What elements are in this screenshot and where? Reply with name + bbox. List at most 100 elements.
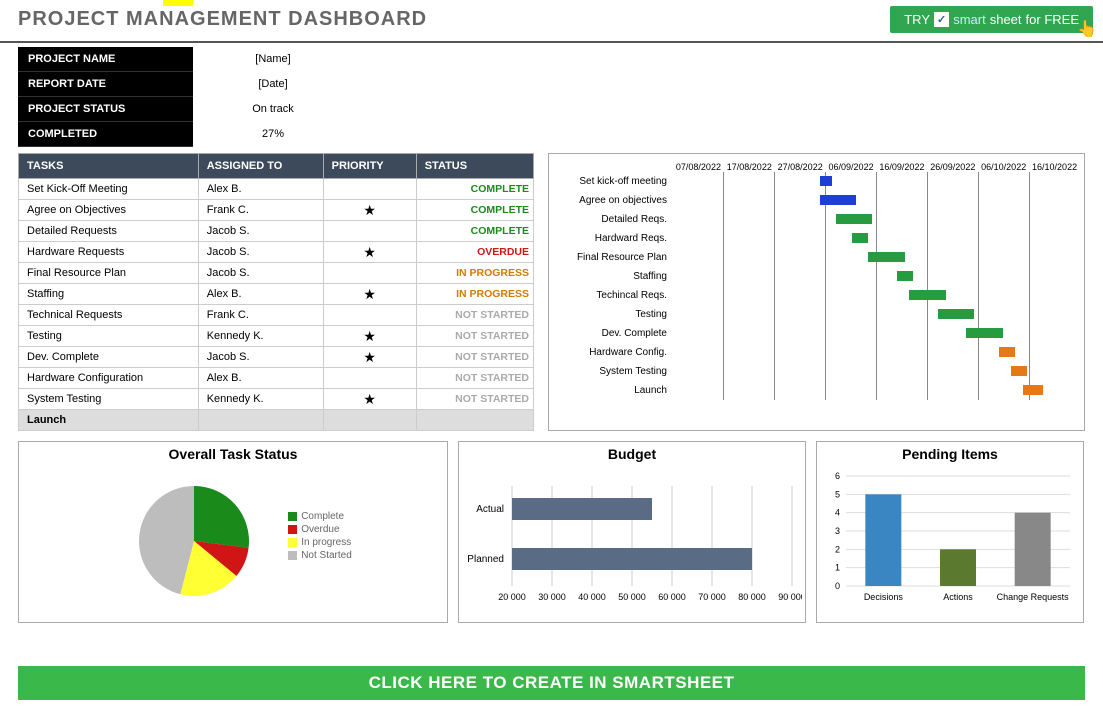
axis-tick: 20 000 <box>498 592 526 602</box>
gantt-date: 06/09/2022 <box>826 162 877 172</box>
status-cell: NOT STARTED <box>416 368 533 389</box>
assignee-cell: Frank C. <box>198 305 323 326</box>
pending-items-chart: Pending Items 0123456DecisionsActionsCha… <box>816 441 1084 623</box>
task-cell: Testing <box>19 326 199 347</box>
status-cell: NOT STARTED <box>416 305 533 326</box>
status-cell: OVERDUE <box>416 242 533 263</box>
page-title: PROJECT MANAGEMENT DASHBOARD <box>18 8 427 31</box>
priority-cell <box>323 221 416 242</box>
legend-label: Complete <box>301 511 344 522</box>
gantt-bar <box>820 176 832 186</box>
col-header: PRIORITY <box>323 154 416 179</box>
gantt-date: 16/09/2022 <box>877 162 928 172</box>
gantt-row <box>673 305 1080 324</box>
table-row: Hardware Requests Jacob S. ★ OVERDUE <box>19 242 534 263</box>
info-value: 27% <box>193 122 353 147</box>
gantt-bar <box>909 290 946 300</box>
assignee-cell: Jacob S. <box>198 242 323 263</box>
pending-svg: 0123456DecisionsActionsChange Requests <box>820 466 1080 616</box>
info-value: [Date] <box>193 72 353 97</box>
legend-item: In progress <box>288 537 352 548</box>
gantt-row <box>673 191 1080 210</box>
task-cell: Hardware Configuration <box>19 368 199 389</box>
try-smartsheet-button[interactable]: TRY ✓ smartsheet for FREE 👆 <box>890 6 1093 33</box>
gantt-bar <box>852 233 868 243</box>
brand-word-2: sheet <box>990 12 1022 27</box>
task-cell: Dev. Complete <box>19 347 199 368</box>
assignee-cell: Alex B. <box>198 179 323 200</box>
accent-bar <box>163 0 193 6</box>
task-cell: Detailed Requests <box>19 221 199 242</box>
task-cell: Hardware Requests <box>19 242 199 263</box>
gantt-date: 27/08/2022 <box>775 162 826 172</box>
status-cell: IN PROGRESS <box>416 284 533 305</box>
priority-cell <box>323 179 416 200</box>
table-row: Staffing Alex B. ★ IN PROGRESS <box>19 284 534 305</box>
gantt-bar <box>999 347 1015 357</box>
assignee-cell: Kennedy K. <box>198 326 323 347</box>
gantt-row-label: Techincal Reqs. <box>553 286 673 305</box>
table-row: System Testing Kennedy K. ★ NOT STARTED <box>19 389 534 410</box>
legend-swatch <box>288 538 297 547</box>
priority-cell: ★ <box>323 242 416 263</box>
gantt-row-label: Hardware Config. <box>553 343 673 362</box>
assignee-cell: Jacob S. <box>198 263 323 284</box>
assignee-cell: Alex B. <box>198 368 323 389</box>
legend-label: Overdue <box>301 524 339 535</box>
header: PROJECT MANAGEMENT DASHBOARD TRY ✓ smart… <box>0 0 1103 43</box>
gantt-row-label: Testing <box>553 305 673 324</box>
assignee-cell: Jacob S. <box>198 347 323 368</box>
priority-cell: ★ <box>323 284 416 305</box>
brand-word-1: smart <box>953 12 986 27</box>
try-suffix: for FREE <box>1026 12 1079 27</box>
table-row: Testing Kennedy K. ★ NOT STARTED <box>19 326 534 347</box>
status-cell: COMPLETE <box>416 221 533 242</box>
pending-bar <box>1015 513 1051 586</box>
budget-bar <box>512 498 652 520</box>
gantt-row <box>673 210 1080 229</box>
assignee-cell: Kennedy K. <box>198 389 323 410</box>
gantt-bar <box>820 195 857 205</box>
gantt-row-label: Agree on objectives <box>553 191 673 210</box>
gantt-bar <box>868 252 905 262</box>
gantt-bar <box>1011 366 1027 376</box>
gantt-row <box>673 267 1080 286</box>
gantt-row <box>673 324 1080 343</box>
axis-tick: 70 000 <box>698 592 726 602</box>
axis-tick: 3 <box>835 526 840 536</box>
table-row: Detailed Requests Jacob S. COMPLETE <box>19 221 534 242</box>
task-cell: Staffing <box>19 284 199 305</box>
status-cell: IN PROGRESS <box>416 263 533 284</box>
check-icon: ✓ <box>934 12 949 27</box>
gantt-chart: 07/08/202217/08/202227/08/202206/09/2022… <box>548 153 1085 431</box>
axis-tick: 80 000 <box>738 592 766 602</box>
col-header: ASSIGNED TO <box>198 154 323 179</box>
gantt-row-label: Hardward Reqs. <box>553 229 673 248</box>
assignee-cell: Jacob S. <box>198 221 323 242</box>
info-label: PROJECT STATUS <box>18 97 193 122</box>
bar-label: Actions <box>943 592 973 602</box>
info-label: PROJECT NAME <box>18 47 193 72</box>
axis-tick: 50 000 <box>618 592 646 602</box>
table-row: Agree on Objectives Frank C. ★ COMPLETE <box>19 200 534 221</box>
gantt-row-label: Launch <box>553 381 673 400</box>
budget-bar <box>512 548 752 570</box>
table-row: Technical Requests Frank C. NOT STARTED <box>19 305 534 326</box>
task-cell: System Testing <box>19 389 199 410</box>
gantt-bar <box>966 328 1003 338</box>
gantt-bar <box>836 214 873 224</box>
priority-cell: ★ <box>323 347 416 368</box>
pending-bar <box>865 494 901 586</box>
legend-label: In progress <box>301 537 351 548</box>
chart-title: Overall Task Status <box>169 446 298 462</box>
axis-tick: 1 <box>835 563 840 573</box>
task-cell: Technical Requests <box>19 305 199 326</box>
task-cell: Launch <box>19 410 199 431</box>
task-cell: Final Resource Plan <box>19 263 199 284</box>
gantt-row <box>673 362 1080 381</box>
legend-item: Overdue <box>288 524 352 535</box>
gantt-row <box>673 248 1080 267</box>
priority-cell: ★ <box>323 389 416 410</box>
overall-task-status-chart: Overall Task Status Complete Overdue In pr… <box>18 441 448 623</box>
cta-banner[interactable]: CLICK HERE TO CREATE IN SMARTSHEET <box>18 666 1085 700</box>
